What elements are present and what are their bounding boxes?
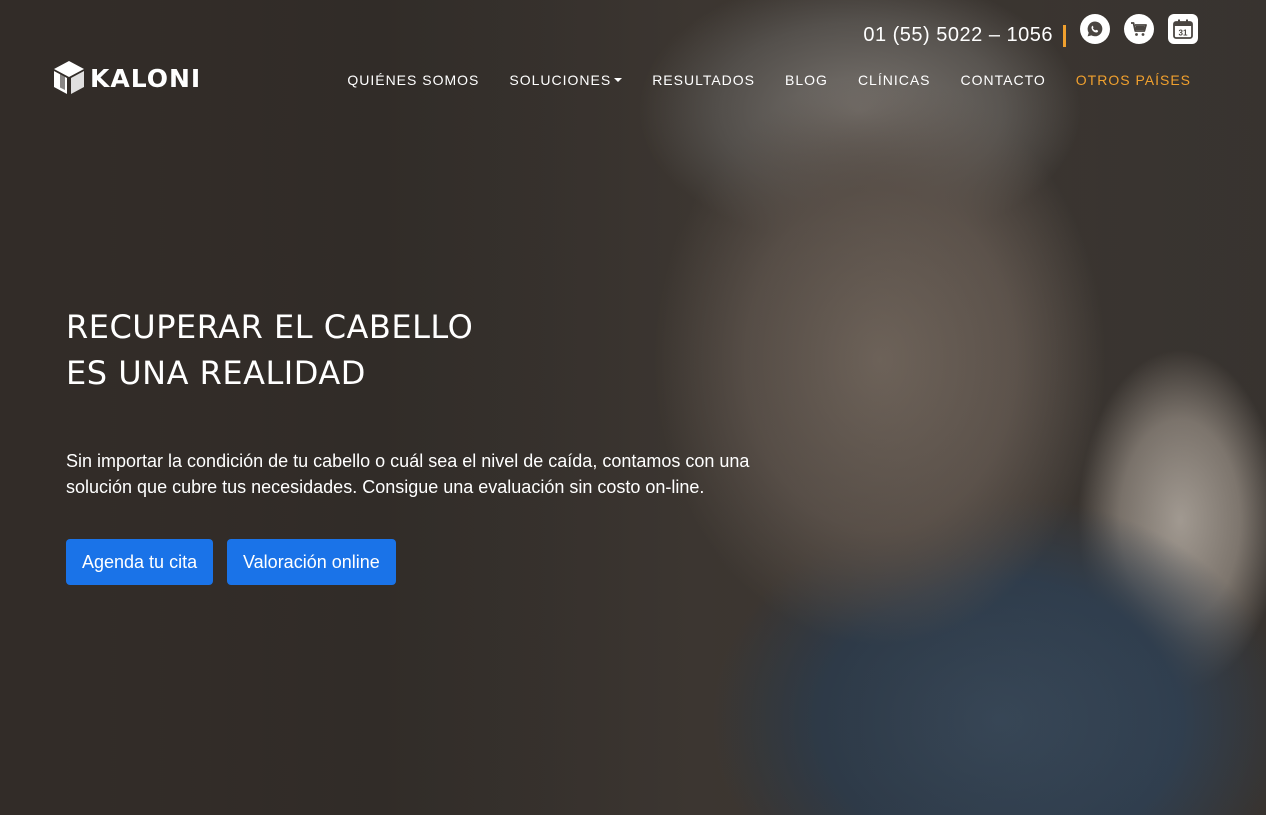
hero-headline: RECUPERAR EL CABELLO ES UNA REALIDAD	[66, 304, 473, 396]
nav-item-contacto[interactable]: CONTACTO	[961, 72, 1046, 88]
calendar-day-text: 31	[1179, 28, 1188, 37]
logo-text: KALONI	[90, 63, 202, 93]
nav-item-resultados[interactable]: RESULTADOS	[652, 72, 755, 88]
valoracion-online-button[interactable]: Valoración online	[227, 539, 396, 585]
hero-description: Sin importar la condición de tu cabello …	[66, 451, 750, 497]
caret-down-icon	[614, 78, 623, 82]
top-contact-bar: 01 (55) 5022 – 1056 31	[863, 10, 1198, 47]
nav-item-soluciones-label: SOLUCIONES	[509, 72, 612, 88]
headline-line-2: ES UNA REALIDAD	[66, 354, 366, 392]
nav-item-otros-paises[interactable]: OTROS PAÍSES	[1076, 72, 1191, 88]
divider	[1063, 24, 1066, 47]
logo-cube-icon	[54, 61, 84, 94]
agenda-cita-button[interactable]: Agenda tu cita	[66, 539, 214, 585]
nav-item-clinicas[interactable]: CLÍNICAS	[858, 72, 931, 88]
main-navigation: QUIÉNES SOMOS SOLUCIONES RESULTADOS BLOG…	[347, 72, 1191, 88]
whatsapp-icon[interactable]	[1080, 13, 1110, 44]
nav-item-soluciones[interactable]: SOLUCIONES	[509, 72, 623, 88]
kaloni-logo[interactable]: KALONI	[52, 60, 201, 96]
phone-number[interactable]: 01 (55) 5022 – 1056	[863, 24, 1053, 47]
nav-item-blog[interactable]: BLOG	[785, 72, 828, 88]
hero-overlay	[0, 0, 1266, 815]
calendar-icon[interactable]: 31	[1168, 13, 1198, 44]
nav-item-quienes-somos[interactable]: QUIÉNES SOMOS	[347, 72, 479, 88]
headline-line-1: RECUPERAR EL CABELLO	[66, 308, 474, 346]
cart-icon[interactable]	[1124, 13, 1154, 44]
